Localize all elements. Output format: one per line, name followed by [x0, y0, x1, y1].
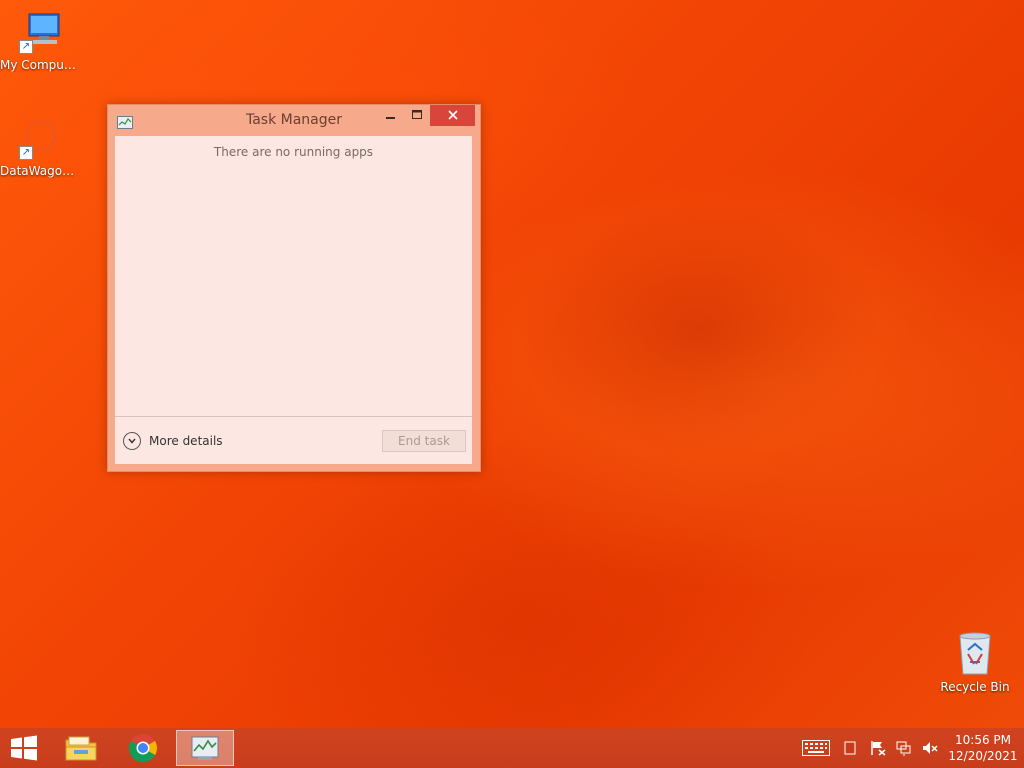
taskbar-task-manager[interactable]: [176, 730, 234, 766]
end-task-button[interactable]: End task: [382, 430, 466, 452]
more-details-button[interactable]: More details: [123, 432, 223, 450]
taskbar-file-explorer[interactable]: [56, 728, 106, 768]
desktop-icon-label: Recycle Bin: [940, 680, 1010, 694]
minimize-button[interactable]: [378, 105, 404, 126]
shortcut-arrow-icon: ↗: [19, 40, 33, 54]
taskbar: 10:56 PM 12/20/2021: [0, 728, 1024, 768]
maximize-button[interactable]: [404, 105, 430, 126]
taskbar-chrome[interactable]: [118, 728, 168, 768]
computer-icon: ↗: [17, 10, 63, 56]
desktop-icon-my-computer[interactable]: ↗ My Computer: [0, 10, 80, 72]
desktop-icon-label: My Computer: [0, 58, 80, 72]
desktop-icon-datawagon[interactable]: ↗ DataWagon...: [0, 116, 80, 178]
task-manager-window: Task Manager There are no running apps M…: [107, 104, 481, 472]
more-details-label: More details: [149, 434, 223, 448]
start-button[interactable]: [0, 728, 48, 768]
action-center-flag-icon[interactable]: [866, 740, 890, 756]
desktop-icon-label: DataWagon...: [0, 164, 80, 178]
shortcut-arrow-icon: ↗: [19, 146, 33, 160]
footer-divider: [115, 416, 472, 417]
start-icon: [11, 735, 37, 761]
clock-time: 10:56 PM: [955, 733, 1011, 747]
taskbar-clock[interactable]: 10:56 PM 12/20/2021: [948, 732, 1018, 764]
title-bar[interactable]: Task Manager: [108, 105, 480, 136]
chevron-down-icon: [123, 432, 141, 450]
system-tray: [800, 728, 942, 768]
close-button[interactable]: [430, 105, 475, 126]
empty-message: There are no running apps: [213, 145, 374, 159]
notification-icon[interactable]: [838, 741, 862, 755]
keyboard-icon[interactable]: [800, 740, 832, 756]
task-manager-icon: [191, 736, 219, 760]
task-list-area: There are no running apps More details E…: [115, 136, 472, 464]
file-explorer-icon: [65, 736, 97, 761]
volume-muted-icon[interactable]: [918, 740, 942, 756]
close-icon: [447, 110, 458, 120]
datawagon-icon: ↗: [17, 116, 63, 162]
clock-date: 12/20/2021: [948, 749, 1018, 763]
network-icon[interactable]: [892, 740, 916, 756]
minimize-icon: [386, 117, 395, 119]
desktop-icon-recycle-bin[interactable]: Recycle Bin: [935, 632, 1015, 694]
recycle-bin-icon: [952, 632, 998, 678]
maximize-icon: [411, 110, 422, 119]
chrome-icon: [128, 734, 157, 763]
